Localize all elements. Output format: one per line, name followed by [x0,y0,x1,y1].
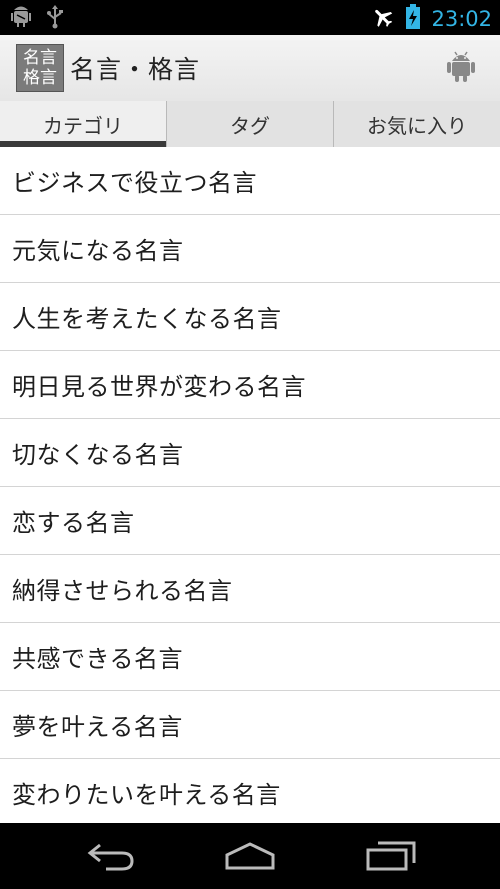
usb-icon [46,5,64,33]
app-icon-text-top: 名言 [23,48,57,68]
app-title: 名言・格言 [70,55,201,84]
category-list: ビジネスで役立つ名言 元気になる名言 人生を考えたくなる名言 明日見る世界が変わ… [0,147,500,823]
list-item[interactable]: ビジネスで役立つ名言 [0,147,500,215]
airplane-mode-icon [371,5,395,33]
back-icon[interactable] [86,841,136,875]
list-item[interactable]: 切なくなる名言 [0,419,500,487]
status-bar: 23:02 [0,0,500,35]
app-icon[interactable]: 名言 格言 [16,44,64,92]
tab-bar: カテゴリ タグ お気に入り [0,101,500,147]
clock: 23:02 [431,7,492,31]
tab-favorites[interactable]: お気に入り [334,101,500,147]
recent-apps-icon[interactable] [366,841,416,875]
tab-category[interactable]: カテゴリ [0,101,167,147]
list-item[interactable]: 納得させられる名言 [0,555,500,623]
home-icon[interactable] [224,841,276,875]
list-item[interactable]: 人生を考えたくなる名言 [0,283,500,351]
list-item[interactable]: 明日見る世界が変わる名言 [0,351,500,419]
battery-charging-icon [405,4,421,34]
list-item[interactable]: 共感できる名言 [0,623,500,691]
list-item[interactable]: 変わりたいを叶える名言 [0,759,500,823]
navigation-bar [0,823,500,889]
app-icon-text-bottom: 格言 [23,68,57,88]
action-bar: 名言 格言 名言・格言 [0,35,500,102]
android-icon[interactable] [446,49,476,87]
list-item[interactable]: 夢を叶える名言 [0,691,500,759]
list-item[interactable]: 恋する名言 [0,487,500,555]
list-item[interactable]: 元気になる名言 [0,215,500,283]
tab-tag[interactable]: タグ [167,101,334,147]
android-debug-icon [10,5,32,33]
